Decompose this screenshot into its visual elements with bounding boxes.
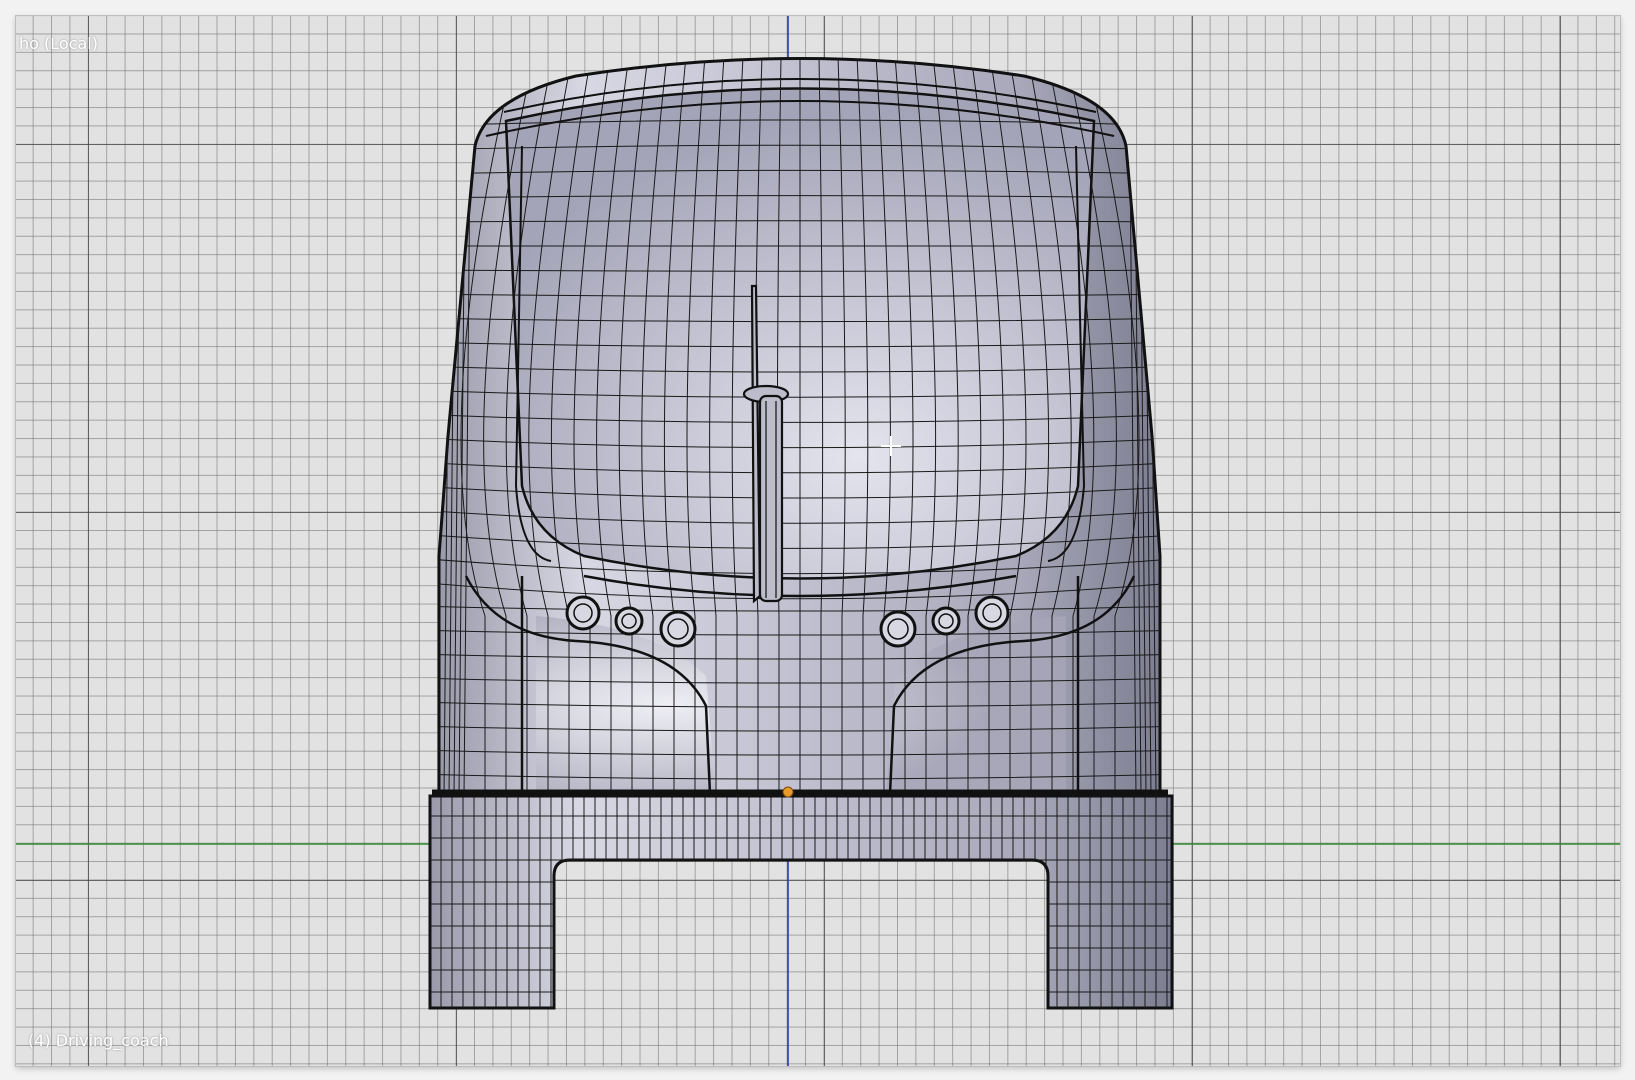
coach-base-mesh — [428, 794, 1174, 1010]
object-origin-dot — [782, 786, 794, 798]
view-label: ho (Local) — [19, 34, 98, 53]
scene-canvas[interactable] — [16, 16, 1620, 1066]
coach-body-mesh — [432, 57, 1168, 798]
active-object-label: (4) Driving_coach — [28, 1031, 169, 1050]
3d-viewport[interactable]: ho (Local) (4) Driving_coach — [16, 16, 1620, 1066]
